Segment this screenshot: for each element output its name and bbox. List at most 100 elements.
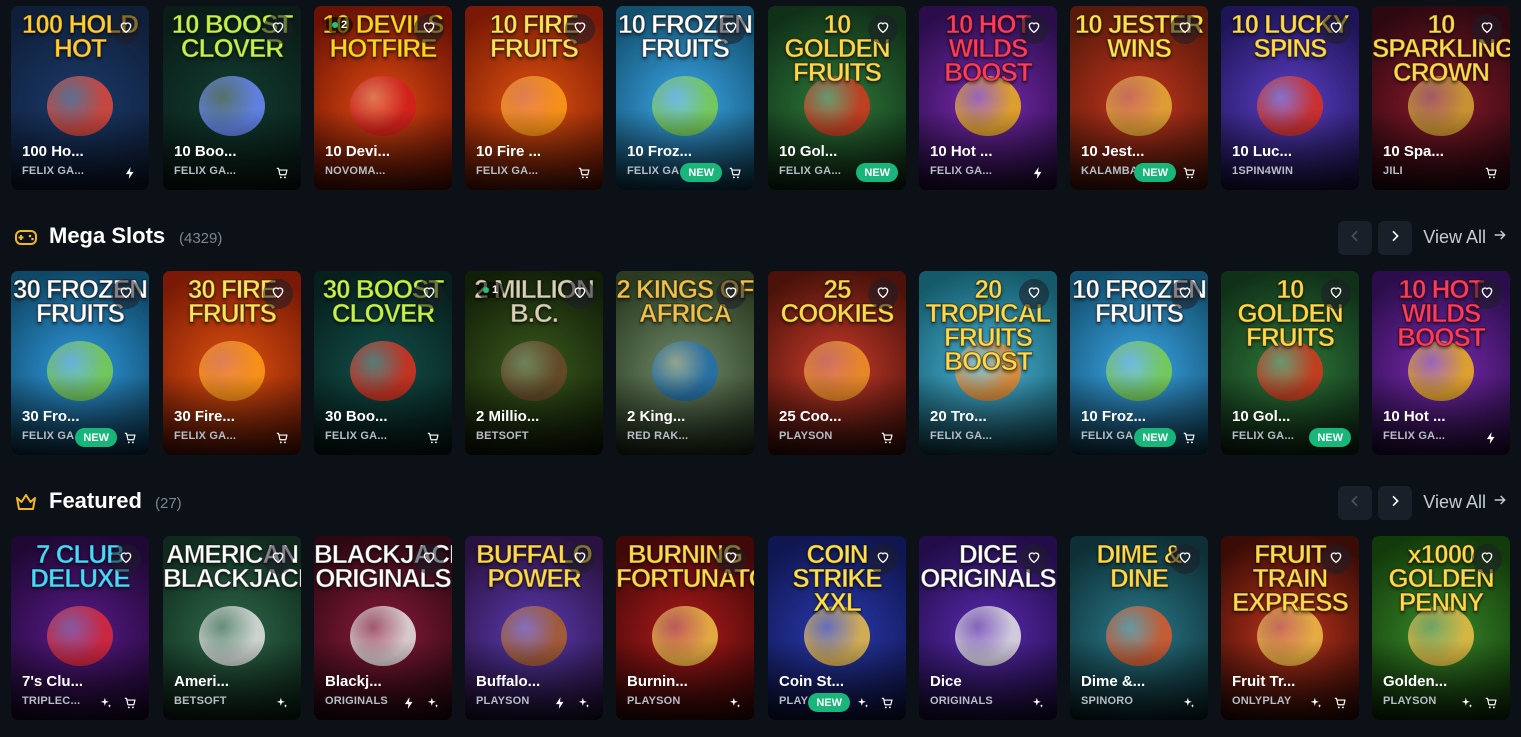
game-card[interactable]: 100 HOLD HOT 100 Ho... FELIX GA...	[11, 6, 149, 190]
favorite-button[interactable]	[1019, 544, 1049, 574]
game-card[interactable]: 10 BOOST CLOVER 10 Boo... FELIX GA...	[163, 6, 301, 190]
game-card[interactable]: 2 MILLION B.C. 1 2 Millio... BETSOFT	[465, 271, 603, 455]
favorite-button[interactable]	[1472, 279, 1502, 309]
favorite-button[interactable]	[1321, 14, 1351, 44]
game-card[interactable]: x1000 GOLDEN PENNY Golden... PLAYSON	[1372, 536, 1510, 720]
arrow-right-icon	[1492, 227, 1508, 248]
sparkle-icon	[1182, 696, 1196, 710]
favorite-button[interactable]	[565, 14, 595, 44]
cart-icon	[1333, 696, 1347, 710]
scroll-next-button[interactable]	[1378, 221, 1412, 255]
game-card[interactable]: AMERICAN BLACKJACK Ameri... BETSOFT	[163, 536, 301, 720]
game-card[interactable]: 30 FROZEN FRUITS 30 Fro... FELIX GA NEW	[11, 271, 149, 455]
favorite-button[interactable]	[1019, 14, 1049, 44]
game-card[interactable]: 10 LUCKY SPINS 10 Luc... 1SPIN4WIN	[1221, 6, 1359, 190]
game-card[interactable]: FRUIT TRAIN EXPRESS Fruit Tr... ONLYPLAY	[1221, 536, 1359, 720]
game-card[interactable]: 10 FROZEN FRUITS 10 Froz... FELIX GA NEW	[1070, 271, 1208, 455]
favorite-button[interactable]	[1170, 279, 1200, 309]
game-card[interactable]: 10 FROZEN FRUITS 10 Froz... FELIX GA NEW	[616, 6, 754, 190]
favorite-button[interactable]	[111, 14, 141, 44]
favorite-button[interactable]	[1170, 14, 1200, 44]
favorite-button[interactable]	[1019, 279, 1049, 309]
scroll-prev-button[interactable]	[1338, 221, 1372, 255]
game-card[interactable]: DIME & DINE Dime &... SPINORO	[1070, 536, 1208, 720]
favorite-button[interactable]	[868, 14, 898, 44]
section-count: (27)	[155, 495, 182, 512]
favorite-button[interactable]	[414, 279, 444, 309]
game-provider: BETSOFT	[476, 430, 529, 442]
favorite-button[interactable]	[1472, 14, 1502, 44]
favorite-button[interactable]	[716, 14, 746, 44]
game-provider: FELIX GA...	[779, 165, 842, 177]
bolt-icon	[402, 696, 416, 710]
game-card[interactable]: 2 KINGS OF AFRICA 2 King... RED RAK...	[616, 271, 754, 455]
game-card[interactable]: 10 GOLDEN FRUITS 10 Gol... FELIX GA... NEW	[768, 6, 906, 190]
favorite-button[interactable]	[263, 279, 293, 309]
game-card[interactable]: COIN STRIKE XXL Coin St... PLAY NEW	[768, 536, 906, 720]
favorite-button[interactable]	[111, 279, 141, 309]
favorite-button[interactable]	[414, 544, 444, 574]
game-card[interactable]: BUFFALO POWER Buffalo... PLAYSON	[465, 536, 603, 720]
new-badge: NEW	[1309, 428, 1351, 447]
game-title: 10 Jest...	[1081, 143, 1145, 160]
favorite-button[interactable]	[716, 279, 746, 309]
game-card[interactable]: BLACKJACK ORIGINALS Blackj... ORIGINALS	[314, 536, 452, 720]
view-all-link[interactable]: View All	[1423, 227, 1508, 248]
heart-icon	[118, 284, 134, 305]
cart-icon	[728, 166, 742, 180]
heart-icon	[270, 19, 286, 40]
favorite-button[interactable]	[414, 14, 444, 44]
game-card[interactable]: 10 FIRE FRUITS 10 Fire ... FELIX GA...	[465, 6, 603, 190]
cart-icon	[1484, 696, 1498, 710]
favorite-button[interactable]	[565, 544, 595, 574]
view-all-link[interactable]: View All	[1423, 492, 1508, 513]
heart-icon	[572, 549, 588, 570]
game-provider: FELIX GA	[627, 165, 680, 177]
heart-icon	[572, 284, 588, 305]
game-title: 100 Ho...	[22, 143, 84, 160]
game-provider: FELIX GA...	[1232, 430, 1295, 442]
game-card[interactable]: 30 BOOST CLOVER 30 Boo... FELIX GA...	[314, 271, 452, 455]
cart-icon	[880, 431, 894, 445]
game-title: Dime &...	[1081, 673, 1146, 690]
scroll-next-button[interactable]	[1378, 486, 1412, 520]
game-title: 10 Luc...	[1232, 143, 1293, 160]
game-card[interactable]: DICE ORIGINALS Dice ORIGINALS	[919, 536, 1057, 720]
heart-icon	[118, 19, 134, 40]
game-title: 30 Fire...	[174, 408, 235, 425]
heart-icon	[1177, 19, 1193, 40]
game-title: Blackj...	[325, 673, 382, 690]
sparkle-icon	[426, 696, 440, 710]
game-card[interactable]: BURNING FORTUNATORBurnin...PLAYSON	[616, 536, 754, 720]
game-card[interactable]: 10 HOT WILDS BOOST 10 Hot ... FELIX GA...	[1372, 271, 1510, 455]
sparkle-icon	[99, 696, 113, 710]
game-title: Ameri...	[174, 673, 230, 690]
game-card[interactable]: 10 DEVILS HOTFIRE 2 10 Devi... NOVOMA...	[314, 6, 452, 190]
game-card[interactable]: 25 COOKIES 25 Coo... PLAYSON	[768, 271, 906, 455]
game-card[interactable]: 30 FIRE FRUITS 30 Fire... FELIX GA...	[163, 271, 301, 455]
game-row: 7 CLUB DELUXE 7's Clu... TRIPLEC... AMERICA…	[11, 536, 1511, 720]
game-card[interactable]: 10 GOLDEN FRUITS 10 Gol... FELIX GA... NEW	[1221, 271, 1359, 455]
favorite-button[interactable]	[1321, 279, 1351, 309]
favorite-button[interactable]	[868, 279, 898, 309]
favorite-button[interactable]	[111, 544, 141, 574]
game-row: 100 HOLD HOT 100 Ho... FELIX GA... 10 BOOST…	[11, 6, 1511, 190]
cart-icon	[275, 166, 289, 180]
favorite-button[interactable]	[263, 14, 293, 44]
game-card[interactable]: 20 TROPICAL FRUITS BOOST 20 Tro... FELIX G…	[919, 271, 1057, 455]
game-card[interactable]: 7 CLUB DELUXE 7's Clu... TRIPLEC...	[11, 536, 149, 720]
favorite-button[interactable]	[716, 544, 746, 574]
game-card[interactable]: 10 JESTER WINS 10 Jest... KALAMBA NEW	[1070, 6, 1208, 190]
sparkle-icon	[728, 696, 742, 710]
favorite-button[interactable]	[565, 279, 595, 309]
game-title: 10 Froz...	[627, 143, 693, 160]
favorite-button[interactable]	[1472, 544, 1502, 574]
favorite-button[interactable]	[1321, 544, 1351, 574]
favorite-button[interactable]	[263, 544, 293, 574]
heart-icon	[421, 549, 437, 570]
game-card[interactable]: 10 SPARKLING CROWN 10 Spa... JILI	[1372, 6, 1510, 190]
game-card[interactable]: 10 HOT WILDS BOOST 10 Hot ... FELIX GA...	[919, 6, 1057, 190]
favorite-button[interactable]	[1170, 544, 1200, 574]
favorite-button[interactable]	[868, 544, 898, 574]
scroll-prev-button[interactable]	[1338, 486, 1372, 520]
